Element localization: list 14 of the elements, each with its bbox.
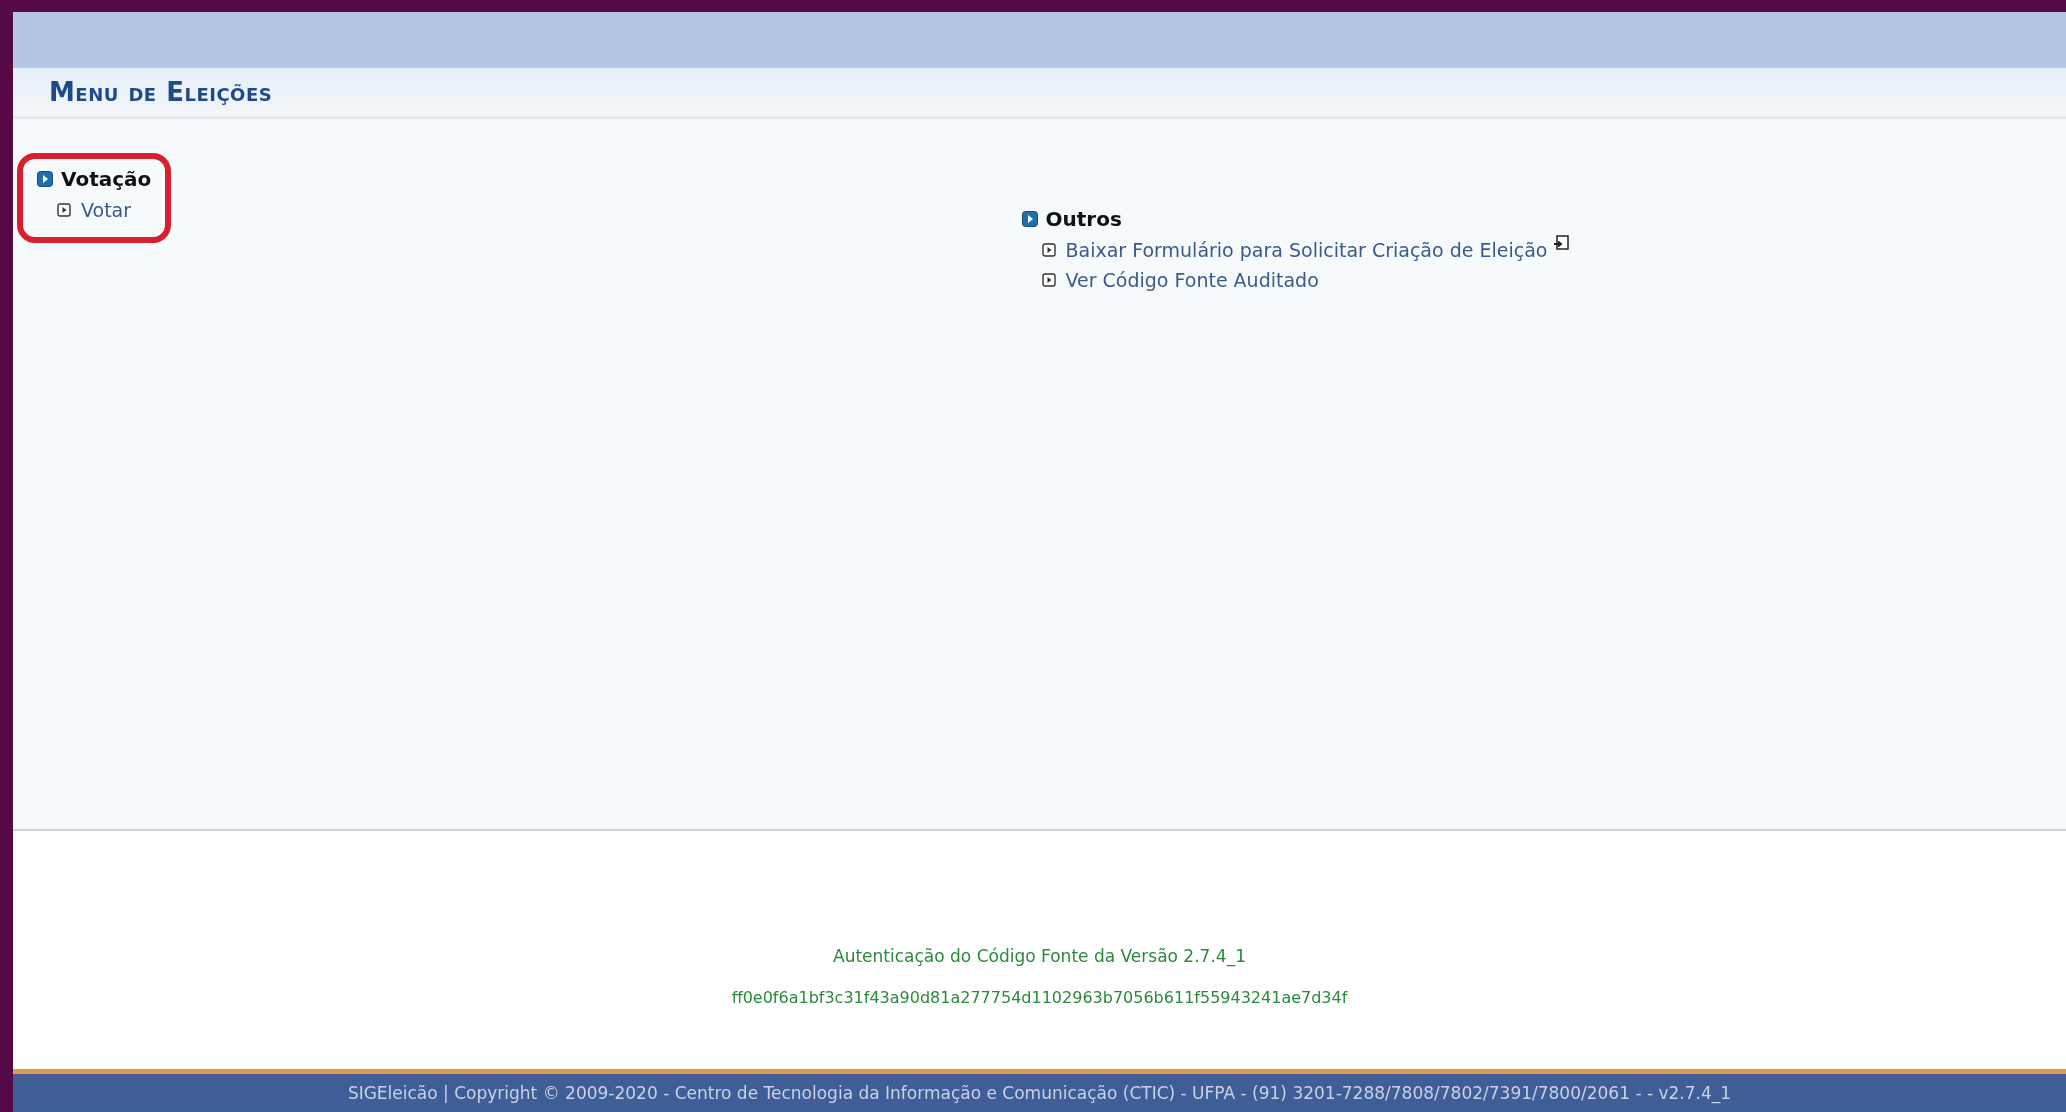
copyright-text: SIGEleicão | Copyright © 2009-2020 - Centro de Tecnologia da Informação e Comunicação (CTIC) - UFPA - (91) 3201-7288/7808/7802/7391/7800/2061 - - v2.7.4_1 xyxy=(347,1083,1732,1103)
authentication-label: Autenticação do Código Fonte da Versão 2.7.4_1 xyxy=(833,946,1246,966)
menu-link[interactable]: Ver Código Fonte Auditado xyxy=(1065,269,1319,291)
play-icon xyxy=(1041,273,1056,287)
menu-link[interactable]: Baixar Formulário para Solicitar Criação de Eleição xyxy=(1065,239,1548,261)
section-heading: Votação xyxy=(61,167,152,191)
menu-link[interactable]: Votar xyxy=(81,199,132,221)
play-icon xyxy=(1041,243,1056,257)
section-heading: Outros xyxy=(1045,207,1122,231)
bullet-icon xyxy=(1021,211,1038,227)
page-title: Menu de Eleições xyxy=(49,77,273,107)
source-hash: ff0e0f6a1bf3c31f43a90d81a277754d1102963b7056b611f55943241ae7d34f xyxy=(731,988,1348,1007)
play-icon xyxy=(57,203,71,217)
bullet-icon xyxy=(37,171,53,187)
